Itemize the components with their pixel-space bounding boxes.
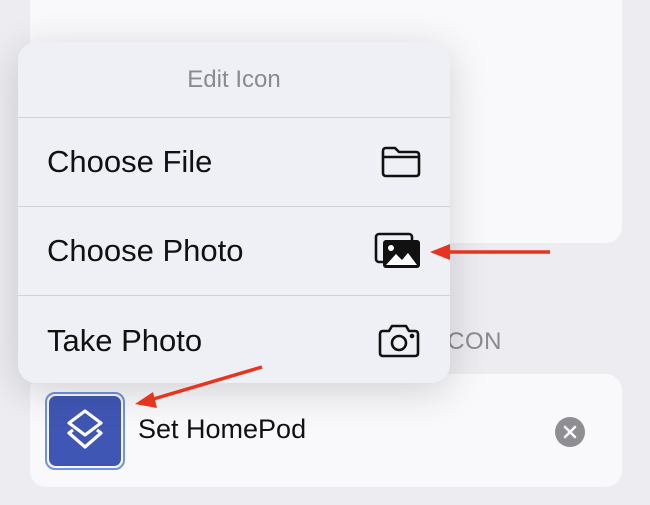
menu-title: Edit Icon [18, 42, 450, 118]
menu-item-choose-file[interactable]: Choose File [18, 118, 450, 207]
shortcut-name[interactable]: Set HomePod [138, 414, 306, 445]
clear-icon[interactable] [555, 417, 585, 447]
menu-item-label: Choose File [47, 144, 213, 179]
shortcut-icon-button[interactable] [45, 392, 125, 470]
shortcuts-icon [49, 396, 121, 466]
menu-item-take-photo[interactable]: Take Photo [18, 296, 450, 383]
photos-icon [374, 232, 422, 270]
menu-item-choose-photo[interactable]: Choose Photo [18, 207, 450, 296]
edit-icon-menu: Edit Icon Choose File Choose Photo Take … [18, 42, 450, 383]
camera-icon [376, 323, 422, 359]
menu-item-label: Choose Photo [47, 233, 244, 268]
folder-icon [380, 145, 422, 179]
menu-item-label: Take Photo [47, 322, 203, 358]
